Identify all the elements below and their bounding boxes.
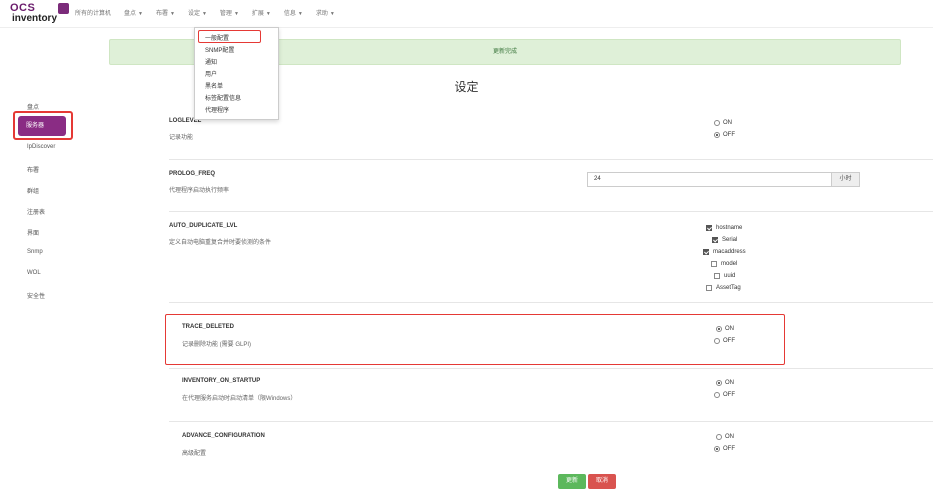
sidebar-item-security[interactable]: 安全性 <box>27 291 45 300</box>
logo-text-inventory: inventory <box>12 13 58 24</box>
setting-name-inventory-on-startup: INVENTORY_ON_STARTUP <box>182 378 261 384</box>
nav-settings[interactable]: 设定 ▼ <box>188 8 207 17</box>
setting-desc-prolog-freq: 代理程序启动执行频率 <box>169 188 230 194</box>
sidebar-item-snmp[interactable]: Snmp <box>27 249 43 255</box>
cancel-button[interactable]: 取消 <box>588 474 616 489</box>
radio-icon <box>716 434 722 440</box>
chevron-down-icon: ▼ <box>329 11 335 17</box>
chevron-down-icon: ▼ <box>233 11 239 17</box>
settings-dropdown-menu: 一般配置 SNMP配置 通知 用户 黑名单 标签配置信息 代理程序 <box>194 27 279 120</box>
sidebar-item-deploy[interactable]: 布署 <box>27 165 39 174</box>
trace-deleted-on-radio[interactable]: ON <box>716 326 734 332</box>
checkbox-hostname[interactable]: hostname <box>706 225 742 231</box>
nav-manage[interactable]: 管理 ▼ <box>220 8 239 17</box>
save-button[interactable]: 更新 <box>558 474 586 489</box>
setting-name-trace-deleted: TRACE_DELETED <box>182 324 235 330</box>
nav-inventory[interactable]: 盘点 ▼ <box>124 8 143 17</box>
nav-deploy[interactable]: 布署 ▼ <box>156 8 175 17</box>
menu-item-tag-config[interactable]: 标签配置信息 <box>205 93 241 102</box>
radio-checked-icon <box>716 326 722 332</box>
chevron-down-icon: ▼ <box>170 11 175 17</box>
chevron-down-icon: ▼ <box>297 11 303 17</box>
prolog-freq-unit: 小时 <box>832 172 860 187</box>
top-navbar: OCS inventory 所有的计算机 盘点 ▼ 布署 ▼ 设定 ▼ 管理 ▼ 扩展 ▼… <box>0 0 933 28</box>
prolog-freq-input[interactable]: 24 <box>587 172 832 187</box>
divider <box>169 421 933 422</box>
divider <box>169 159 933 160</box>
divider <box>169 211 933 212</box>
menu-item-notifications[interactable]: 通知 <box>205 57 217 66</box>
checkbox-checked-icon <box>706 225 712 231</box>
sidebar-item-groups[interactable]: 群组 <box>27 186 39 195</box>
checkbox-checked-icon <box>712 237 718 243</box>
chevron-down-icon: ▼ <box>201 11 207 17</box>
setting-name-advance-configuration: ADVANCE_CONFIGURATION <box>182 433 265 439</box>
prolog-freq-input-group: 24 小时 <box>587 172 860 187</box>
page-title: 设定 <box>454 80 479 94</box>
trace-deleted-off-radio[interactable]: OFF <box>714 338 735 344</box>
ocs-logo[interactable]: OCS inventory <box>10 2 70 25</box>
radio-icon <box>714 120 720 126</box>
radio-checked-icon <box>716 380 722 386</box>
highlight-box <box>13 111 73 140</box>
loglevel-off-radio[interactable]: OFF <box>714 132 735 138</box>
sidebar-item-registry[interactable]: 注册表 <box>27 207 45 216</box>
divider <box>169 368 933 369</box>
radio-icon <box>714 392 720 398</box>
chevron-down-icon: ▼ <box>265 11 271 17</box>
checkbox-model[interactable]: model <box>711 261 737 267</box>
startup-on-radio[interactable]: ON <box>716 380 734 386</box>
loglevel-on-radio[interactable]: ON <box>714 120 732 126</box>
sidebar-item-interface[interactable]: 界面 <box>27 228 39 237</box>
logo-icon <box>58 3 69 14</box>
sidebar-item-inventory[interactable]: 盘点 <box>27 102 39 111</box>
nav-info[interactable]: 信息 ▼ <box>284 8 303 17</box>
radio-checked-icon <box>714 446 720 452</box>
checkbox-assettag[interactable]: AssetTag <box>706 285 741 291</box>
radio-icon <box>714 338 720 344</box>
menu-item-users[interactable]: 用户 <box>205 69 217 78</box>
checkbox-macaddress[interactable]: macaddress <box>703 249 746 255</box>
sidebar-item-ipdiscover[interactable]: IpDiscover <box>27 144 55 150</box>
setting-desc-loglevel: 记录功能 <box>169 135 194 141</box>
menu-item-agent[interactable]: 代理程序 <box>205 105 229 114</box>
checkbox-icon <box>711 261 717 267</box>
menu-item-general-config[interactable]: 一般配置 <box>205 33 229 42</box>
setting-desc-trace-deleted: 记录删除功能 (需要 GLPI) <box>182 342 252 348</box>
setting-name-prolog-freq: PROLOG_FREQ <box>169 171 216 177</box>
nav-help[interactable]: 求助 ▼ <box>316 8 335 17</box>
checkbox-checked-icon <box>703 249 709 255</box>
startup-off-radio[interactable]: OFF <box>714 392 735 398</box>
setting-desc-advance-configuration: 高级配置 <box>182 451 207 457</box>
checkbox-uuid[interactable]: uuid <box>714 273 735 279</box>
setting-desc-auto-duplicate: 定义自动电脑重复合并时要侦测的条件 <box>169 240 272 246</box>
radio-checked-icon <box>714 132 720 138</box>
menu-item-snmp-config[interactable]: SNMP配置 <box>205 45 234 54</box>
advance-on-radio[interactable]: ON <box>716 434 734 440</box>
highlight-box <box>165 314 785 365</box>
advance-off-radio[interactable]: OFF <box>714 446 735 452</box>
checkbox-icon <box>706 285 712 291</box>
menu-item-blacklist[interactable]: 黑名单 <box>205 81 223 90</box>
sidebar-item-wol[interactable]: WOL <box>27 270 41 276</box>
setting-desc-inventory-on-startup: 在代理服务启动时启动清单（限Windows） <box>182 396 297 402</box>
chevron-down-icon: ▼ <box>138 11 143 17</box>
setting-name-auto-duplicate: AUTO_DUPLICATE_LVL <box>169 223 238 229</box>
nav-extensions[interactable]: 扩展 ▼ <box>252 8 271 17</box>
checkbox-serial[interactable]: Serial <box>712 237 737 243</box>
main-menu: 所有的计算机 盘点 ▼ 布署 ▼ 设定 ▼ 管理 ▼ 扩展 ▼ 信息 ▼ 求助 ▼ <box>75 8 348 17</box>
checkbox-icon <box>714 273 720 279</box>
nav-all-computers[interactable]: 所有的计算机 <box>75 8 111 17</box>
divider <box>169 302 933 303</box>
